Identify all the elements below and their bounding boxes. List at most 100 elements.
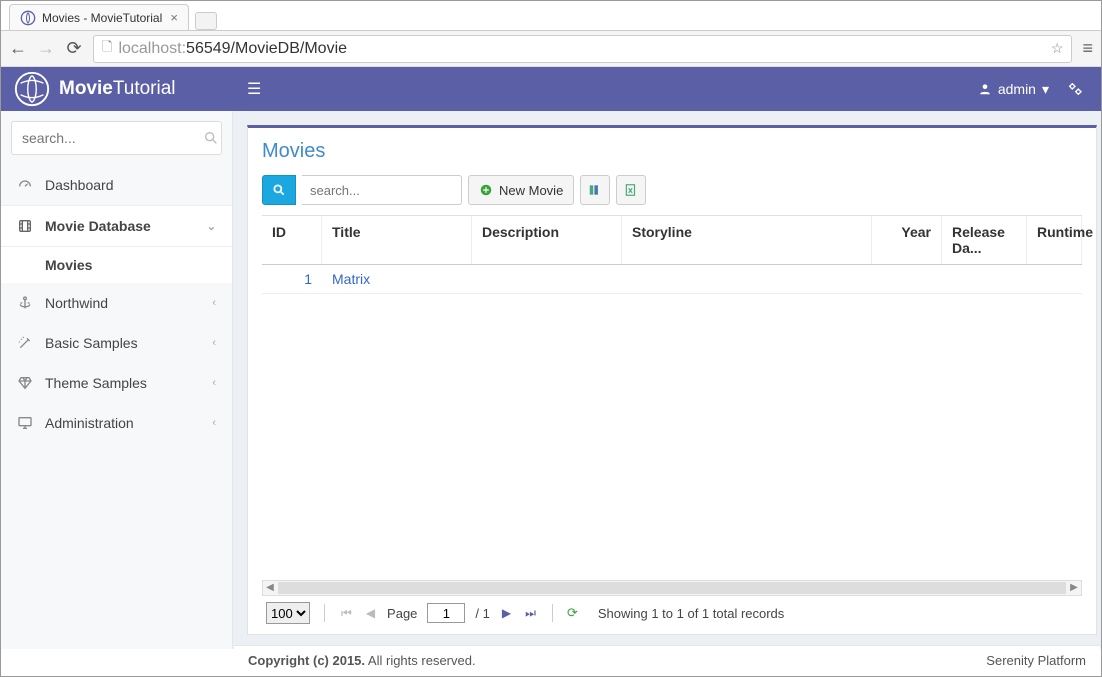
chevron-down-icon: ⌄ xyxy=(207,220,216,233)
brand[interactable]: MovieTutorial xyxy=(1,70,231,108)
sidebar-item-northwind[interactable]: Northwind ‹ xyxy=(1,283,232,323)
user-icon xyxy=(978,82,992,96)
col-header-release-date[interactable]: Release Da... xyxy=(942,216,1027,264)
anchor-icon xyxy=(17,295,33,311)
col-header-storyline[interactable]: Storyline xyxy=(622,216,872,264)
diamond-icon xyxy=(17,375,33,391)
sidebar-item-movie-database[interactable]: Movie Database ⌄ xyxy=(1,205,232,247)
column-picker-button[interactable] xyxy=(580,175,610,205)
col-header-title[interactable]: Title xyxy=(322,216,472,264)
url-text: localhost:56549/MovieDB/Movie xyxy=(118,40,347,58)
chevron-left-icon: ‹ xyxy=(212,417,216,429)
data-grid: ID Title Description Storyline Year Rele… xyxy=(262,215,1082,634)
scroll-thumb[interactable] xyxy=(278,582,1066,594)
pager-last-icon[interactable]: ⏭ xyxy=(523,606,538,621)
cell-storyline xyxy=(622,265,872,293)
chevron-left-icon: ‹ xyxy=(212,297,216,309)
grid-header: ID Title Description Storyline Year Rele… xyxy=(262,216,1082,265)
new-movie-button[interactable]: New Movie xyxy=(468,175,574,205)
grid-empty-space xyxy=(262,294,1082,580)
col-header-description[interactable]: Description xyxy=(472,216,622,264)
sidebar-item-label: Theme Samples xyxy=(45,375,147,391)
platform-link[interactable]: Serenity Platform xyxy=(986,653,1086,668)
back-button[interactable]: ← xyxy=(9,38,27,59)
page-icon: 🗋 xyxy=(102,38,112,60)
caret-down-icon: ▾ xyxy=(1042,81,1049,98)
pager-prev-icon[interactable]: ◀ xyxy=(364,606,377,620)
sidebar-item-basic-samples[interactable]: Basic Samples ‹ xyxy=(1,323,232,363)
film-icon xyxy=(17,218,33,234)
sidebar-item-theme-samples[interactable]: Theme Samples ‹ xyxy=(1,363,232,403)
user-menu[interactable]: admin ▾ xyxy=(978,81,1049,98)
user-name: admin xyxy=(998,81,1036,97)
sidebar-item-administration[interactable]: Administration ‹ xyxy=(1,403,232,443)
quick-search-button[interactable] xyxy=(262,175,296,205)
table-row[interactable]: 1 Matrix xyxy=(262,265,1082,294)
desktop-icon xyxy=(17,415,33,431)
browser-toolbar: ← → ⟳ 🗋 localhost:56549/MovieDB/Movie ☆ … xyxy=(1,31,1101,67)
pager: 100 ⏮ ◀ Page / 1 ▶ ⏭ ⟳ Showing 1 to 1 of… xyxy=(262,596,1082,634)
movies-panel: Movies New Movie ID xyxy=(247,125,1097,635)
search-icon xyxy=(203,130,219,146)
page-input[interactable] xyxy=(427,603,465,623)
search-icon xyxy=(272,183,286,197)
panel-title: Movies xyxy=(262,140,1082,163)
sidebar-item-label: Movie Database xyxy=(45,218,151,234)
address-bar[interactable]: 🗋 localhost:56549/MovieDB/Movie ☆ xyxy=(93,35,1072,63)
sidebar-item-label: Northwind xyxy=(45,295,108,311)
pager-refresh-icon[interactable]: ⟳ xyxy=(567,605,578,621)
wand-icon xyxy=(17,335,33,351)
total-pages: / 1 xyxy=(475,606,489,621)
new-tab-button[interactable] xyxy=(195,12,217,30)
panel-toolbar: New Movie xyxy=(262,175,1082,205)
sidebar-item-dashboard[interactable]: Dashboard xyxy=(1,165,232,205)
excel-icon xyxy=(624,183,638,197)
brand-logo-icon xyxy=(13,70,51,108)
pager-next-icon[interactable]: ▶ xyxy=(500,606,513,620)
sidebar-search-input[interactable] xyxy=(22,130,203,146)
footer: Copyright (c) 2015. All rights reserved.… xyxy=(234,645,1100,675)
sidebar-item-label: Administration xyxy=(45,415,134,431)
sidebar: Dashboard Movie Database ⌄ Movies Northw… xyxy=(1,111,233,649)
chevron-left-icon: ‹ xyxy=(212,377,216,389)
dashboard-icon xyxy=(17,177,33,193)
col-header-year[interactable]: Year xyxy=(872,216,942,264)
cell-release xyxy=(942,265,1027,293)
reload-button[interactable]: ⟳ xyxy=(65,38,83,59)
sidebar-item-label: Dashboard xyxy=(45,177,114,193)
cell-runtime xyxy=(1027,265,1082,293)
cell-description xyxy=(472,265,622,293)
columns-icon xyxy=(588,183,602,197)
forward-button[interactable]: → xyxy=(37,38,55,59)
content-area: Movies New Movie ID xyxy=(233,111,1102,649)
sidebar-toggle-icon[interactable]: ☰ xyxy=(231,79,277,99)
col-header-id[interactable]: ID xyxy=(262,216,322,264)
chrome-menu-icon[interactable]: ≡ xyxy=(1082,38,1093,59)
col-header-runtime[interactable]: Runtime xyxy=(1027,216,1082,264)
page-size-select[interactable]: 100 xyxy=(266,602,310,624)
app-header: MovieTutorial ☰ admin ▾ xyxy=(1,67,1101,111)
browser-tab-active[interactable]: Movies - MovieTutorial × xyxy=(9,4,189,30)
browser-tabs: Movies - MovieTutorial × xyxy=(1,1,1101,31)
scroll-left-icon[interactable]: ◀ xyxy=(263,581,277,595)
scroll-right-icon[interactable]: ▶ xyxy=(1067,581,1081,595)
tab-close-icon[interactable]: × xyxy=(170,10,178,25)
pager-status: Showing 1 to 1 of 1 total records xyxy=(598,606,784,621)
plus-circle-icon xyxy=(479,183,493,197)
favicon-icon xyxy=(20,10,36,26)
bookmark-star-icon[interactable]: ☆ xyxy=(1051,40,1064,57)
brand-text: MovieTutorial xyxy=(59,78,176,100)
pager-first-icon[interactable]: ⏮ xyxy=(339,606,354,621)
sidebar-search[interactable] xyxy=(11,121,222,155)
cell-id: 1 xyxy=(262,265,322,293)
gears-icon[interactable] xyxy=(1067,81,1083,97)
chevron-left-icon: ‹ xyxy=(212,337,216,349)
excel-export-button[interactable] xyxy=(616,175,646,205)
cell-year xyxy=(872,265,942,293)
tab-title: Movies - MovieTutorial xyxy=(42,11,162,25)
grid-horizontal-scrollbar[interactable]: ◀ ▶ xyxy=(262,580,1082,596)
quick-search-input[interactable] xyxy=(302,175,462,205)
sidebar-item-label: Basic Samples xyxy=(45,335,138,351)
sidebar-sub-movies[interactable]: Movies xyxy=(1,247,232,283)
cell-title[interactable]: Matrix xyxy=(322,265,472,293)
